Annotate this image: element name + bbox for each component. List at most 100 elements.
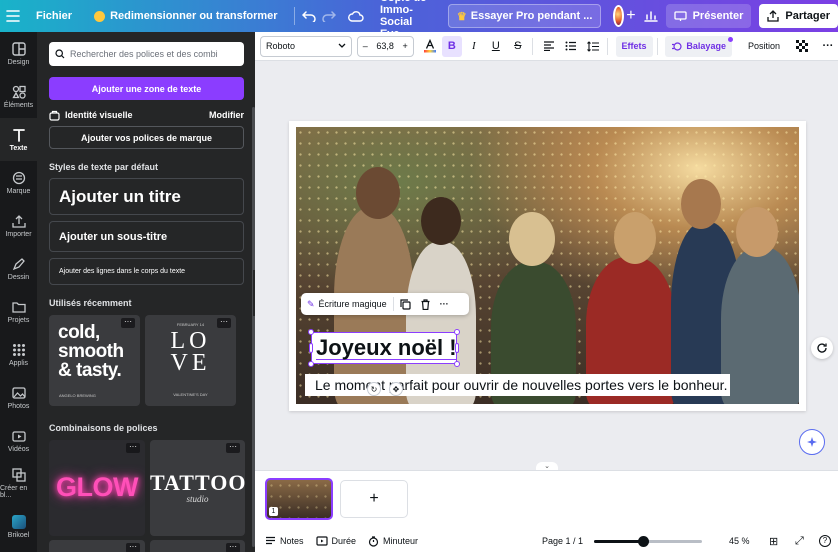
duration-button[interactable]: Durée [315, 536, 356, 546]
selected-title-textbox[interactable]: Joyeux noël ! [311, 332, 457, 364]
zoom-value[interactable]: 45 % [729, 536, 750, 546]
more-options-icon[interactable]: ··· [226, 443, 240, 453]
add-body-option[interactable]: Ajouter des lignes dans le corps du text… [49, 258, 244, 285]
more-options-icon[interactable]: ··· [121, 318, 135, 328]
rail-item-bulk-create[interactable]: Créer en bl... [0, 462, 37, 505]
more-options-icon[interactable]: ··· [126, 543, 140, 552]
transparency-button[interactable] [792, 36, 812, 57]
combo-item[interactable]: ··· [49, 540, 145, 552]
rail-item-text[interactable]: Texte [0, 118, 37, 161]
bold-button[interactable]: B [441, 35, 462, 57]
help-icon[interactable]: ? [819, 535, 831, 547]
add-title-option[interactable]: Ajouter un titre [49, 178, 244, 215]
resize-handle[interactable] [454, 329, 460, 335]
rail-item-apps[interactable]: Applis [0, 333, 37, 376]
redo-icon[interactable] [322, 5, 336, 27]
notes-button[interactable]: Notes [265, 536, 304, 547]
text-color-button[interactable] [420, 36, 440, 57]
rail-item-brikoel[interactable]: Brikoel [0, 505, 37, 548]
add-textbox-label: Ajouter une zone de texte [91, 83, 202, 94]
timer-button[interactable]: Minuteur [368, 535, 419, 547]
resize-handle[interactable] [455, 343, 459, 353]
increase-size-button[interactable]: + [403, 41, 408, 51]
chevron-down-icon [338, 43, 346, 48]
rotate-icon[interactable]: ↻ [367, 382, 381, 396]
sweep-animation-button[interactable]: Balayage [665, 35, 733, 57]
timer-label: Minuteur [383, 536, 419, 546]
template-text: TATTOO [150, 470, 245, 495]
list-button[interactable] [561, 36, 581, 57]
font-family-select[interactable]: Roboto [260, 35, 352, 57]
rail-item-videos[interactable]: Vidéos [0, 419, 37, 462]
zoom-slider[interactable] [594, 536, 702, 547]
title-text[interactable]: Joyeux noël ! [316, 336, 457, 360]
rail-item-brand[interactable]: Marque [0, 161, 37, 204]
fullscreen-icon[interactable]: ⤢ [795, 535, 804, 548]
more-options-icon[interactable]: ··· [217, 318, 231, 328]
resize-handle[interactable] [308, 361, 314, 367]
left-rail: Design Éléments Texte Marque Importer De… [0, 32, 37, 552]
resize-handle[interactable] [454, 361, 460, 367]
add-textbox-button[interactable]: Ajouter une zone de texte [49, 77, 244, 100]
recent-font-love[interactable]: FEBRUARY 14 LO VE VALENTINE'S DAY ··· [145, 315, 236, 406]
add-page-button[interactable]: + [340, 480, 408, 518]
rail-item-photos[interactable]: Photos [0, 376, 37, 419]
analytics-icon[interactable] [643, 5, 658, 27]
more-options-button[interactable]: ··· [818, 36, 838, 57]
undo-icon[interactable] [301, 5, 316, 27]
more-options-icon[interactable]: ··· [226, 543, 240, 552]
rail-item-projects[interactable]: Projets [0, 290, 37, 333]
align-button[interactable] [539, 36, 559, 57]
share-button[interactable]: Partager [759, 4, 838, 28]
rail-item-design[interactable]: Design [0, 32, 37, 75]
add-collaborator-icon[interactable]: + [626, 5, 635, 27]
brand-kit-icon [49, 110, 60, 121]
try-pro-button[interactable]: ♛ Essayer Pro pendant ... [447, 4, 602, 28]
modify-link[interactable]: Modifier [209, 110, 244, 120]
page-indicator[interactable]: Page 1 / 1 [542, 536, 583, 546]
trash-icon[interactable] [420, 298, 431, 310]
rail-item-draw[interactable]: Dessin [0, 247, 37, 290]
decrease-size-button[interactable]: – [363, 41, 368, 51]
combo-item[interactable]: ··· [150, 540, 245, 552]
recent-font-cold-smooth[interactable]: cold, smooth & tasty. ANGELO BREWING ··· [49, 315, 140, 406]
add-brand-fonts-button[interactable]: Ajouter vos polices de marque [49, 126, 244, 149]
combo-glow[interactable]: GLOW ··· [49, 440, 145, 536]
resize-button[interactable]: Redimensionner ou transformer [86, 4, 285, 28]
magic-write-button[interactable]: Écriture magique [319, 299, 387, 309]
italic-icon: I [471, 40, 476, 52]
template-caption: ANGELO BREWING [59, 393, 96, 398]
spacing-button[interactable] [583, 36, 603, 57]
add-title-label: Ajouter un titre [59, 186, 181, 206]
font-size-value[interactable]: 63,8 [376, 41, 394, 51]
underline-button[interactable]: U [486, 36, 506, 57]
effects-button[interactable]: Effets [615, 35, 653, 57]
search-input[interactable] [70, 49, 230, 59]
avatar[interactable] [613, 5, 625, 27]
person-head [509, 212, 555, 266]
page-thumbnail[interactable]: 1 [265, 478, 333, 520]
rail-item-upload[interactable]: Importer [0, 204, 37, 247]
move-icon[interactable]: ✥ [389, 382, 403, 396]
font-search[interactable] [49, 42, 244, 66]
cloud-save-icon[interactable] [347, 5, 364, 27]
add-subtitle-option[interactable]: Ajouter un sous-titre [49, 221, 244, 252]
more-icon[interactable]: ··· [440, 299, 449, 309]
magic-assistant-icon[interactable] [799, 429, 825, 455]
search-icon [55, 49, 65, 59]
strikethrough-button[interactable]: S [508, 36, 528, 57]
zoom-slider-knob[interactable] [637, 536, 649, 547]
rail-item-elements[interactable]: Éléments [0, 75, 37, 118]
resize-handle[interactable] [308, 329, 314, 335]
menu-icon[interactable] [6, 5, 20, 27]
position-button[interactable]: Position [742, 36, 786, 57]
resize-handle[interactable] [309, 343, 313, 353]
refresh-icon[interactable] [811, 337, 833, 359]
duplicate-icon[interactable] [399, 298, 411, 310]
file-menu[interactable]: Fichier [28, 4, 80, 28]
combo-tattoo[interactable]: TATTOO studio ··· [150, 440, 245, 536]
more-options-icon[interactable]: ··· [126, 443, 140, 453]
italic-button[interactable]: I [464, 36, 484, 57]
present-button[interactable]: Présenter [665, 4, 752, 28]
grid-view-icon[interactable]: ⊞ [769, 535, 778, 548]
